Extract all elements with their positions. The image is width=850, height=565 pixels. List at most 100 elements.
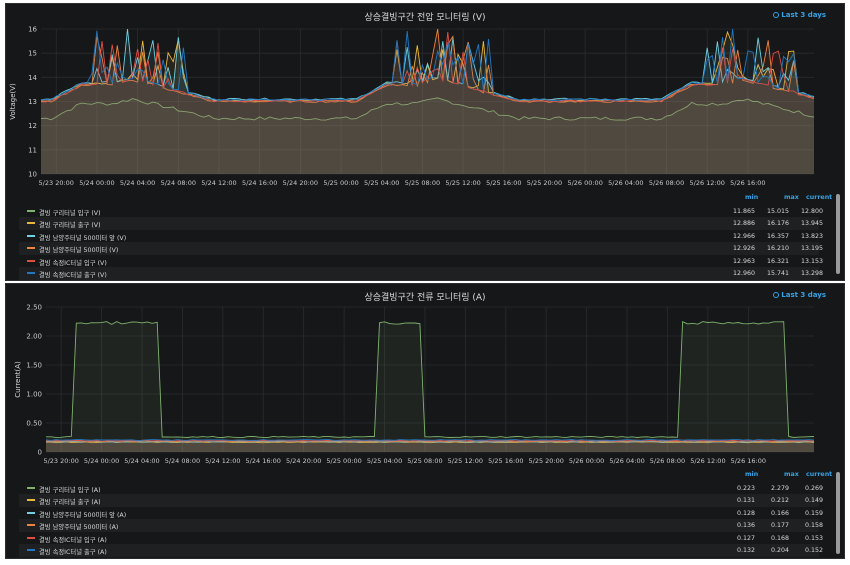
legend-current-value: 12.800 xyxy=(800,207,823,215)
legend-series-name: 결빙 속정IC터널 출구 (V) xyxy=(39,272,107,279)
legend-row[interactable]: 결빙 속정IC터널 출구 (A) 0.132 0.204 0.152 xyxy=(19,544,823,557)
legend-swatch xyxy=(27,222,35,224)
voltage-legend-header: min max current xyxy=(19,192,832,205)
legend-max-value: 0.177 xyxy=(770,522,789,529)
legend-min-value: 0.132 xyxy=(736,547,755,554)
legend-current-value: 13.298 xyxy=(800,270,823,277)
legend-min-value: 12.963 xyxy=(732,257,755,265)
legend-series-name: 결빙 속정IC터널 입구 (V) xyxy=(39,259,107,267)
voltage-legend-scrollbar[interactable] xyxy=(836,194,840,274)
legend-row[interactable]: 결빙 남양주터널 500미터 앞 (A) 0.128 0.166 0.159 xyxy=(19,507,823,520)
y-tick-label: 2.50 xyxy=(26,304,42,312)
legend-row[interactable]: 결빙 속정IC터널 입구 (A) 0.127 0.168 0.153 xyxy=(19,532,823,545)
series-area xyxy=(46,321,814,452)
legend-col-current[interactable]: current xyxy=(806,471,832,478)
x-tick-label: 5/26 00:00 xyxy=(567,179,602,187)
y-tick-label: 12 xyxy=(28,122,37,130)
x-tick-label: 5/26 04:00 xyxy=(609,457,644,465)
x-tick-label: 5/26 08:00 xyxy=(650,457,685,465)
x-tick-label: 5/25 16:00 xyxy=(486,179,521,187)
x-tick-label: 5/25 04:00 xyxy=(367,457,402,465)
y-tick-label: 16 xyxy=(28,26,37,34)
x-tick-label: 5/24 00:00 xyxy=(79,179,114,187)
x-tick-label: 5/25 20:00 xyxy=(527,179,562,187)
legend-row[interactable]: 결빙 남양주터널 500미터 앞 (V) 12.966 16.357 13.823 xyxy=(19,230,823,243)
legend-series-name: 결빙 구리터널 출구 (V) xyxy=(39,222,101,229)
x-tick-label: 5/26 16:00 xyxy=(731,457,766,465)
x-tick-label: 5/24 16:00 xyxy=(246,457,281,465)
legend-row[interactable]: 결빙 속정IC터널 입구 (V) 12.963 16.321 13.153 xyxy=(19,255,823,268)
legend-col-current[interactable]: current xyxy=(806,194,832,201)
legend-min-value: 0.128 xyxy=(736,509,755,517)
legend-swatch xyxy=(27,486,35,489)
y-tick-label: 15 xyxy=(28,50,37,58)
x-tick-label: 5/24 08:00 xyxy=(165,457,200,465)
legend-row[interactable]: 결빙 구리터널 출구 (A) 0.131 0.212 0.149 xyxy=(19,494,823,507)
legend-row[interactable]: 결빙 구리터널 입구 (A) 0.223 2.279 0.269 xyxy=(19,482,823,495)
legend-current-value: 13.945 xyxy=(800,220,823,227)
legend-row[interactable]: 결빙 구리터널 출구 (V) 12.886 16.176 13.945 xyxy=(19,217,823,230)
x-tick-label: 5/26 12:00 xyxy=(690,179,725,187)
x-tick-label: 5/24 20:00 xyxy=(286,457,321,465)
x-tick-label: 5/25 00:00 xyxy=(326,457,361,465)
legend-swatch xyxy=(27,234,35,237)
y-axis-label: Current(A) xyxy=(14,361,22,398)
y-tick-label: 0.50 xyxy=(26,420,42,428)
legend-current-value: 0.153 xyxy=(804,534,823,542)
legend-swatch xyxy=(27,536,35,539)
legend-current-value: 0.152 xyxy=(804,547,823,554)
current-chart[interactable]: 2.50 2.00 1.50 1.00 0.50 05/23 20:00 5/24 00:0… xyxy=(6,284,844,468)
legend-row[interactable]: 결빙 남양주터널 500미터 (V) 12.926 16.210 13.195 xyxy=(19,242,823,255)
y-tick-label: 2.00 xyxy=(26,333,42,341)
x-tick-label: 5/23 20:00 xyxy=(43,457,78,465)
legend-series-name: 결빙 구리터널 입구 (V) xyxy=(39,209,101,217)
legend-max-value: 0.168 xyxy=(770,534,789,542)
legend-row[interactable]: 결빙 속정IC터널 출구 (V) 12.960 15.741 13.298 xyxy=(19,267,823,280)
legend-swatch xyxy=(27,549,35,551)
legend-min-value: 12.926 xyxy=(732,245,755,252)
x-tick-label: 5/25 00:00 xyxy=(323,179,358,187)
legend-series-name: 결빙 속정IC터널 출구 (A) xyxy=(39,549,107,556)
legend-min-value: 12.886 xyxy=(732,220,755,227)
y-tick-label: 11 xyxy=(28,146,37,154)
voltage-chart[interactable]: 16 15 14 13 12 11 105/23 20:00 5/24 00:00 5/24 0… xyxy=(6,4,844,190)
legend-swatch xyxy=(27,272,35,274)
x-tick-label: 5/24 04:00 xyxy=(124,457,159,465)
legend-swatch xyxy=(27,524,35,526)
legend-col-min[interactable]: min xyxy=(745,471,758,478)
x-tick-label: 5/26 00:00 xyxy=(569,457,604,465)
legend-series-name: 결빙 남양주터널 500미터 (A) xyxy=(39,524,119,531)
legend-col-min[interactable]: min xyxy=(745,194,758,201)
x-tick-label: 5/25 12:00 xyxy=(448,457,483,465)
x-tick-label: 5/23 20:00 xyxy=(39,179,74,187)
legend-max-value: 0.212 xyxy=(770,497,789,504)
x-tick-label: 5/24 08:00 xyxy=(161,179,196,187)
x-tick-label: 5/26 04:00 xyxy=(608,179,643,187)
legend-col-max[interactable]: max xyxy=(784,471,799,478)
y-tick-label: 1.50 xyxy=(26,362,42,370)
legend-current-value: 13.153 xyxy=(800,257,823,265)
legend-max-value: 16.321 xyxy=(766,257,789,265)
legend-row[interactable]: 결빙 남양주터널 500미터 (A) 0.136 0.177 0.158 xyxy=(19,519,823,532)
legend-max-value: 0.204 xyxy=(770,547,789,554)
y-tick-label: 14 xyxy=(28,74,37,82)
legend-max-value: 16.210 xyxy=(766,245,789,252)
y-tick-label: 1.00 xyxy=(26,391,42,399)
voltage-panel: 상승결빙구간 전압 모니터링 (V) Last 3 days 16 15 14 13 1… xyxy=(5,3,845,281)
x-tick-label: 5/24 16:00 xyxy=(242,179,277,187)
y-tick-label: 0 xyxy=(38,449,42,457)
x-tick-label: 5/25 08:00 xyxy=(407,457,442,465)
x-tick-label: 5/24 04:00 xyxy=(120,179,155,187)
current-legend-scrollbar[interactable] xyxy=(836,472,840,554)
y-tick-label: 10 xyxy=(28,171,37,179)
legend-current-value: 13.195 xyxy=(800,245,823,252)
legend-row[interactable]: 결빙 구리터널 입구 (V) 11.865 15.015 12.800 xyxy=(19,205,823,218)
legend-series-name: 결빙 남양주터널 500미터 앞 (V) xyxy=(39,234,127,242)
x-tick-label: 5/24 12:00 xyxy=(201,179,236,187)
legend-max-value: 16.357 xyxy=(766,232,789,240)
x-tick-label: 5/25 20:00 xyxy=(529,457,564,465)
legend-current-value: 0.159 xyxy=(804,509,823,517)
x-tick-label: 5/24 20:00 xyxy=(283,179,318,187)
legend-col-max[interactable]: max xyxy=(784,194,799,201)
current-panel: 상승결빙구간 전류 모니터링 (A) Last 3 days 2.50 2.00 1… xyxy=(5,283,845,559)
